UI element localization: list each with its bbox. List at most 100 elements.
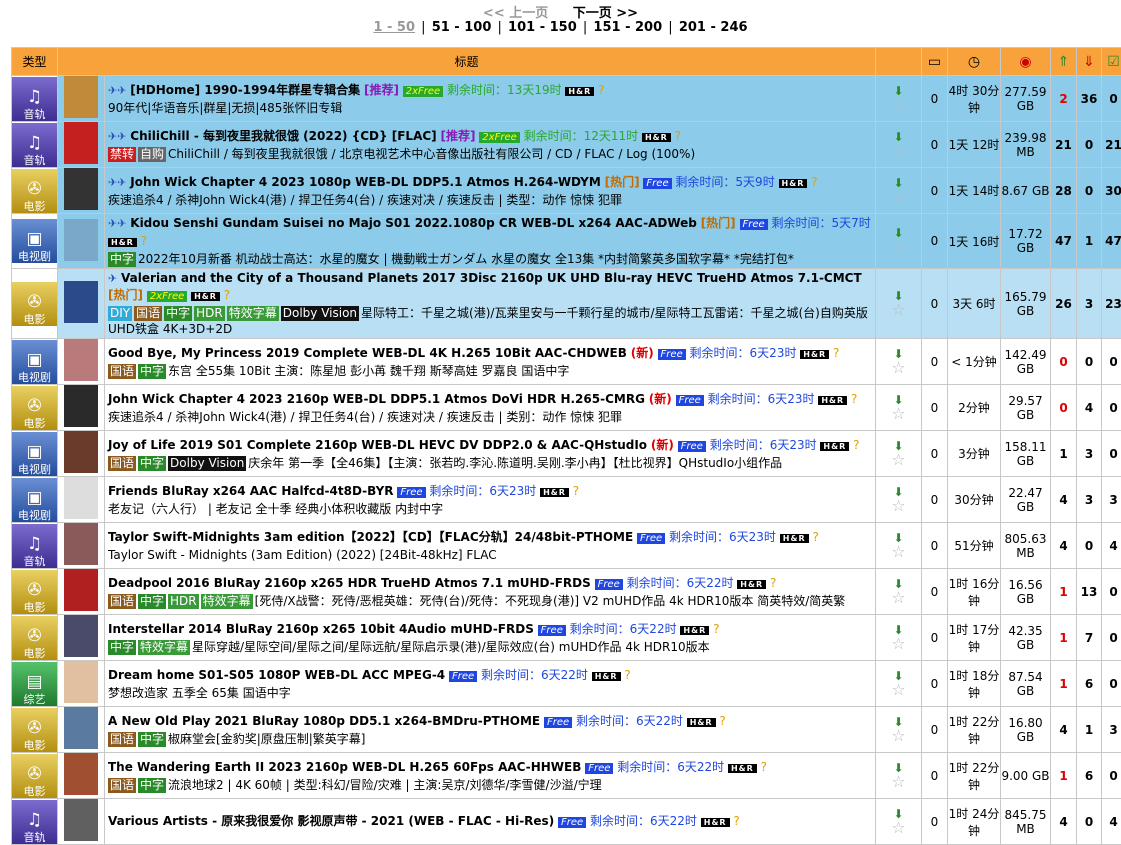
leechers-count[interactable]: 1 [1077,214,1102,269]
completed-count[interactable]: 3 [1102,707,1121,753]
header-size[interactable]: ◉ [1001,48,1051,76]
bookmark-star-icon[interactable]: ☆ [876,360,921,376]
category-badge[interactable]: ▤综艺 [12,662,57,706]
poster-thumbnail[interactable] [64,477,98,519]
completed-count[interactable]: 4 [1102,523,1121,569]
completed-count[interactable]: 0 [1102,76,1121,122]
category-cell[interactable]: ▣电视剧 [12,431,58,477]
header-leechers[interactable]: ⇓ [1077,48,1102,76]
page-link-2[interactable]: 51 - 100 [432,20,492,35]
next-page-link[interactable]: 下一页 >> [573,6,638,21]
prev-page-link[interactable]: << 上一页 [483,6,548,21]
poster-thumbnail[interactable] [64,339,98,381]
category-badge[interactable]: ✇电影 [12,169,57,213]
completed-count[interactable]: 0 [1102,569,1121,615]
torrent-name-link[interactable]: Joy of Life 2019 S01 Complete 2160p WEB-… [108,438,647,452]
category-cell[interactable]: ♫音轨 [12,76,58,122]
help-icon[interactable]: ? [833,346,839,360]
torrent-name-link[interactable]: Dream home S01-S05 1080P WEB-DL ACC MPEG… [108,668,445,682]
category-cell[interactable]: ♫音轨 [12,523,58,569]
category-cell[interactable]: ✇电影 [12,385,58,431]
bookmark-star-icon[interactable]: ☆ [876,239,921,255]
seeders-count[interactable]: 0 [1051,385,1077,431]
category-cell[interactable]: ✇电影 [12,753,58,799]
bookmark-star-icon[interactable]: ☆ [876,143,921,159]
category-cell[interactable]: ♫音轨 [12,122,58,168]
completed-count[interactable]: 23 [1102,269,1121,339]
torrent-name-link[interactable]: Valerian and the City of a Thousand Plan… [121,271,862,285]
help-icon[interactable]: ? [811,175,817,189]
comments-count[interactable]: 0 [922,339,948,385]
seeders-count[interactable]: 4 [1051,707,1077,753]
comments-count[interactable]: 0 [922,431,948,477]
completed-count[interactable]: 0 [1102,753,1121,799]
seeders-count[interactable]: 26 [1051,269,1077,339]
bookmark-star-icon[interactable]: ☆ [876,498,921,514]
comments-count[interactable]: 0 [922,615,948,661]
comments-count[interactable]: 0 [922,753,948,799]
category-badge[interactable]: ▣电视剧 [12,219,57,263]
torrent-name-link[interactable]: Various Artists - 原来我很爱你 影视原声带 - 2021 (W… [108,814,554,828]
seeders-count[interactable]: 4 [1051,523,1077,569]
torrent-name-link[interactable]: Deadpool 2016 BluRay 2160p x265 HDR True… [108,576,591,590]
seeders-count[interactable]: 0 [1051,339,1077,385]
category-cell[interactable]: ▣电视剧 [12,214,58,269]
bookmark-star-icon[interactable]: ☆ [876,452,921,468]
seeders-count[interactable]: 1 [1051,661,1077,707]
leechers-count[interactable]: 0 [1077,168,1102,214]
torrent-name-link[interactable]: A New Old Play 2021 BluRay 1080p DD5.1 x… [108,714,540,728]
header-time[interactable]: ◷ [948,48,1001,76]
page-link-5[interactable]: 201 - 246 [679,20,748,35]
torrent-name-link[interactable]: Good Bye, My Princess 2019 Complete WEB-… [108,346,627,360]
leechers-count[interactable]: 0 [1077,523,1102,569]
comments-count[interactable]: 0 [922,269,948,339]
comments-count[interactable]: 0 [922,707,948,753]
bookmark-star-icon[interactable]: ☆ [876,302,921,318]
comments-count[interactable]: 0 [922,569,948,615]
completed-count[interactable]: 0 [1102,615,1121,661]
help-icon[interactable]: ? [719,714,725,728]
seeders-count[interactable]: 28 [1051,168,1077,214]
completed-count[interactable]: 4 [1102,799,1121,845]
category-cell[interactable]: ▤综艺 [12,661,58,707]
completed-count[interactable]: 47 [1102,214,1121,269]
category-cell[interactable]: ✇电影 [12,168,58,214]
leechers-count[interactable]: 3 [1077,477,1102,523]
category-badge[interactable]: ♫音轨 [12,123,57,167]
page-link-1[interactable]: 1 - 50 [373,20,415,35]
category-cell[interactable]: ✇电影 [12,615,58,661]
category-badge[interactable]: ✇电影 [12,386,57,430]
category-badge[interactable]: ✇电影 [12,754,57,798]
help-icon[interactable]: ? [770,576,776,590]
seeders-count[interactable]: 4 [1051,477,1077,523]
leechers-count[interactable]: 7 [1077,615,1102,661]
comments-count[interactable]: 0 [922,122,948,168]
comments-count[interactable]: 0 [922,385,948,431]
bookmark-star-icon[interactable]: ☆ [876,728,921,744]
seeders-count[interactable]: 47 [1051,214,1077,269]
completed-count[interactable]: 0 [1102,339,1121,385]
poster-thumbnail[interactable] [64,707,98,749]
leechers-count[interactable]: 6 [1077,753,1102,799]
category-badge[interactable]: ♫音轨 [12,800,57,844]
category-cell[interactable]: ✇电影 [12,707,58,753]
category-cell[interactable]: ♫音轨 [12,799,58,845]
comments-count[interactable]: 0 [922,477,948,523]
poster-thumbnail[interactable] [64,799,98,841]
header-completed[interactable]: ☑ [1102,48,1121,76]
poster-thumbnail[interactable] [64,122,98,164]
comments-count[interactable]: 0 [922,523,948,569]
leechers-count[interactable]: 0 [1077,339,1102,385]
help-icon[interactable]: ? [141,234,147,248]
help-icon[interactable]: ? [853,438,859,452]
bookmark-star-icon[interactable]: ☆ [876,820,921,836]
poster-thumbnail[interactable] [64,615,98,657]
torrent-name-link[interactable]: ChiliChill - 每到夜里我就很饿 (2022) {CD} [FLAC] [130,129,436,143]
completed-count[interactable]: 0 [1102,385,1121,431]
category-badge[interactable]: ✇电影 [12,708,57,752]
category-badge[interactable]: ✇电影 [12,616,57,660]
bookmark-star-icon[interactable]: ☆ [876,636,921,652]
torrent-name-link[interactable]: John Wick Chapter 4 2023 1080p WEB-DL DD… [130,175,601,189]
bookmark-star-icon[interactable]: ☆ [876,590,921,606]
comments-count[interactable]: 0 [922,661,948,707]
